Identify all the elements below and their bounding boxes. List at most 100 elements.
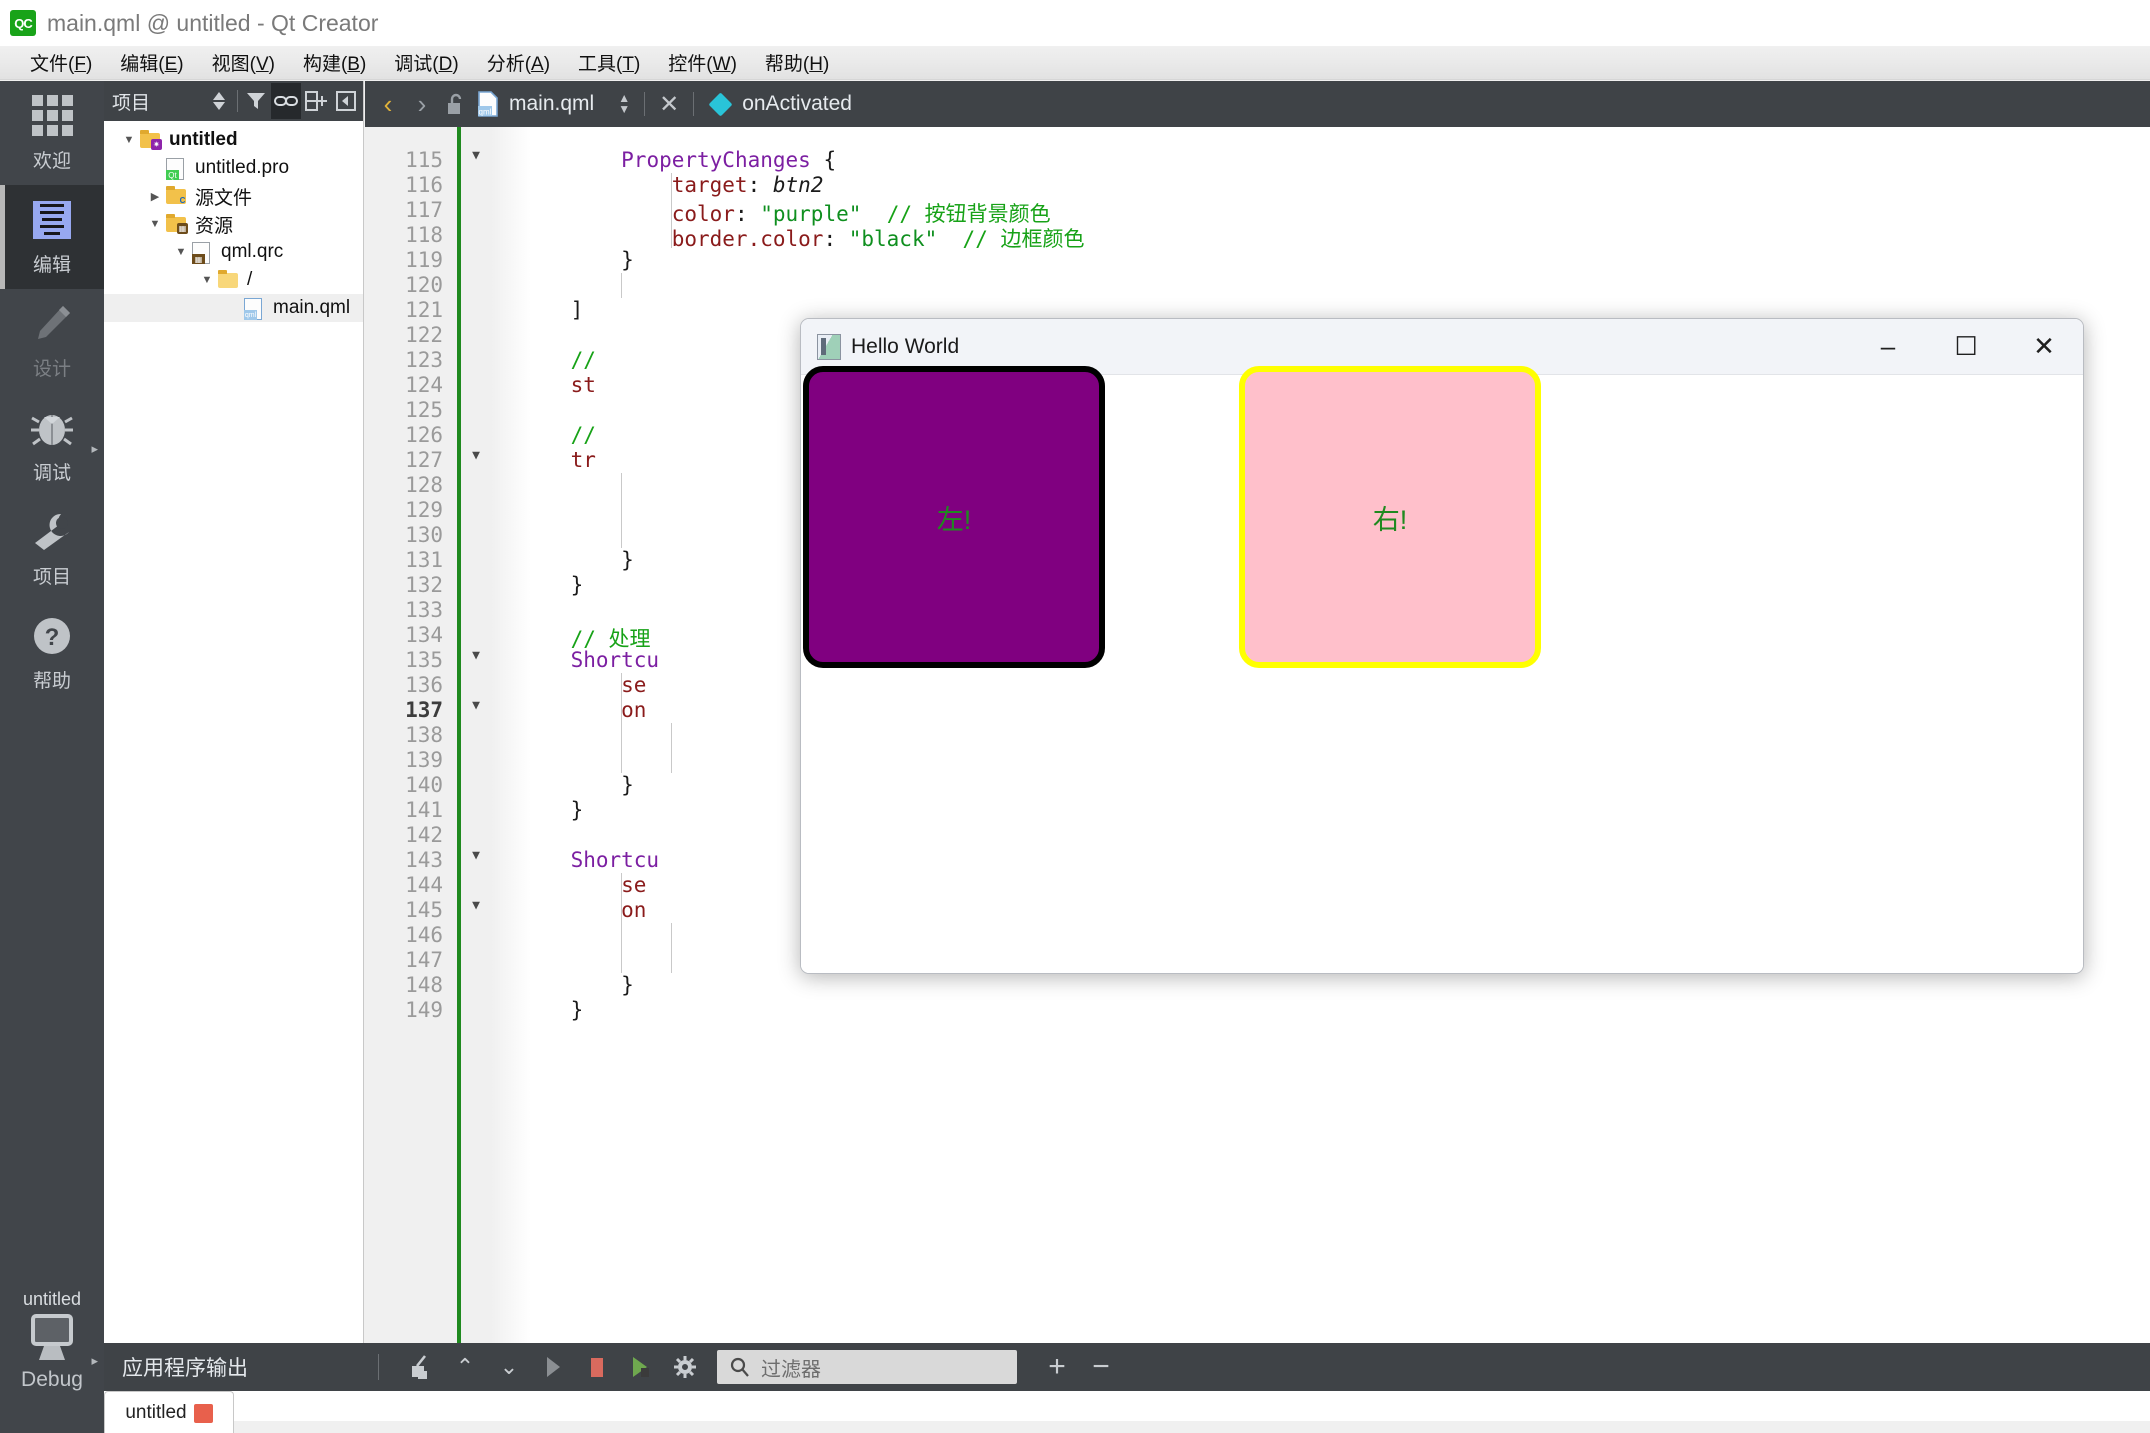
menu-t[interactable]: 工具(T) (564, 46, 654, 80)
line-number: 136 (405, 673, 443, 697)
code-line[interactable]: } (520, 248, 634, 272)
mode-label: 编辑 (32, 254, 71, 276)
tree-twisty[interactable]: ▶ (144, 190, 166, 203)
chevron-down-icon[interactable]: ⌄ (487, 1345, 531, 1389)
link-icon[interactable] (271, 83, 301, 119)
split-add-icon[interactable] (301, 83, 331, 119)
maximize-button[interactable]: ☐ (1927, 319, 2005, 375)
right-button-label: 右! (1372, 504, 1408, 535)
fold-marker[interactable]: ▼ (466, 898, 486, 913)
tree-item[interactable]: ▼ ✷ untitled (104, 126, 363, 154)
tree-item[interactable]: ▼ ▦ qml.qrc (104, 238, 363, 266)
code-line[interactable]: st (520, 373, 596, 397)
line-number: 146 (405, 923, 443, 947)
menu-f[interactable]: 文件(F) (16, 46, 106, 80)
code-line[interactable]: ] (520, 298, 584, 322)
run-debug-icon[interactable] (619, 1345, 663, 1389)
hello-world-window[interactable]: Hello World – ☐ ✕ 左! 右! (800, 318, 2084, 974)
fold-marker[interactable]: ▼ (466, 698, 486, 713)
minimize-button[interactable]: – (1849, 319, 1927, 375)
zoom-in-button[interactable]: + (1035, 1345, 1079, 1389)
menu-d[interactable]: 调试(D) (380, 46, 472, 80)
tree-twisty[interactable]: ▼ (144, 218, 166, 230)
fold-marker[interactable]: ▼ (466, 148, 486, 163)
filter-input[interactable]: 过滤器 (717, 1350, 1017, 1384)
fold-marker[interactable]: ▼ (466, 848, 486, 863)
code-line[interactable]: target: btn2 (520, 173, 824, 197)
gear-icon[interactable] (663, 1345, 707, 1389)
chevron-up-icon[interactable]: ⌃ (443, 1345, 487, 1389)
mode-grid[interactable]: 欢迎 (0, 81, 104, 185)
code-line[interactable]: // (520, 423, 596, 447)
line-number: 149 (405, 998, 443, 1022)
document-selector-icon[interactable]: ▲ ▼ (618, 92, 630, 115)
plain-folder-icon (218, 270, 238, 288)
mode-wrench[interactable]: 项目 (0, 497, 104, 601)
right-button[interactable]: 右! (1239, 366, 1541, 668)
indent-guide (620, 923, 622, 948)
menu-h[interactable]: 帮助(H) (751, 46, 843, 80)
code-line[interactable]: // (520, 348, 596, 372)
code-line[interactable]: on (520, 898, 646, 922)
collapse-left-icon[interactable] (331, 83, 361, 119)
tree-twisty[interactable]: ▼ (196, 274, 218, 286)
fold-marker[interactable]: ▼ (466, 448, 486, 463)
nav-back-icon[interactable]: ‹ (371, 84, 405, 124)
qt-creator-logo-icon: QC (10, 10, 36, 36)
left-button[interactable]: 左! (803, 366, 1105, 668)
indent-guide (620, 273, 622, 298)
menu-e[interactable]: 编辑(E) (106, 46, 197, 80)
indent-guide (671, 748, 673, 773)
code-line[interactable]: tr (520, 448, 596, 472)
svg-text:qml: qml (479, 108, 492, 117)
kit-selector[interactable]: untitled ▸ Debug (0, 1283, 104, 1433)
pencil-icon (38, 305, 70, 339)
broom-icon[interactable] (399, 1345, 443, 1389)
app-window-icon (817, 333, 841, 360)
tree-item[interactable]: ▼ / (104, 266, 363, 294)
tree-item[interactable]: ▼ ▦ 资源 (104, 210, 363, 238)
menu-w[interactable]: 控件(W) (654, 46, 751, 80)
unlocked-icon[interactable] (439, 84, 473, 124)
updown-arrows-icon[interactable] (204, 83, 234, 119)
stop-square-icon[interactable] (575, 1345, 619, 1389)
line-number: 122 (405, 323, 443, 347)
code-line[interactable]: Shortcu (520, 848, 660, 872)
close-document-icon[interactable]: ✕ (659, 90, 679, 119)
mode-document-lines[interactable]: 编辑 (0, 185, 104, 289)
tree-item[interactable]: ▶ C 源文件 (104, 182, 363, 210)
code-line[interactable]: se (520, 673, 646, 697)
funnel-icon[interactable] (241, 83, 271, 119)
tree-item[interactable]: qml main.qml (104, 294, 363, 322)
code-line[interactable]: PropertyChanges { (520, 148, 836, 172)
tree-twisty[interactable]: ▼ (118, 134, 140, 146)
code-line[interactable]: on (520, 698, 646, 722)
code-line[interactable]: Shortcu (520, 648, 660, 672)
code-line[interactable]: } (520, 998, 584, 1022)
code-line[interactable]: } (520, 798, 584, 822)
nav-forward-icon[interactable]: › (405, 84, 439, 124)
menu-v[interactable]: 视图(V) (198, 46, 289, 80)
tree-twisty[interactable]: ▼ (170, 246, 192, 258)
editor-file-chip[interactable]: qml main.qml (477, 91, 594, 117)
tree-item[interactable]: Qt untitled.pro (104, 154, 363, 182)
code-line[interactable]: } (520, 573, 584, 597)
code-line[interactable]: } (520, 973, 634, 997)
toolbar-divider (693, 92, 695, 116)
mode-label: 帮助 (32, 670, 71, 692)
mode-pencil[interactable]: 设计 (0, 289, 104, 393)
code-line[interactable]: } (520, 773, 634, 797)
mode-bug[interactable]: 调试 ▸ (0, 393, 104, 497)
mode-question-circle[interactable]: ? 帮助 (0, 601, 104, 705)
menu-a[interactable]: 分析(A) (473, 46, 564, 80)
project-tree[interactable]: ▼ ✷ untitled Qt untitled.pro ▶ C 源文件 ▼ ▦ 资源 ▼ ▦ qml.q… (104, 121, 363, 322)
fold-marker[interactable]: ▼ (466, 648, 486, 663)
code-line[interactable]: } (520, 548, 634, 572)
menu-b[interactable]: 构建(B) (289, 46, 380, 80)
symbol-selector[interactable]: onActivated (708, 91, 852, 117)
play-icon[interactable] (531, 1345, 575, 1389)
close-button[interactable]: ✕ (2005, 319, 2083, 375)
code-line[interactable]: se (520, 873, 646, 897)
zoom-out-button[interactable]: − (1079, 1345, 1123, 1389)
output-tab[interactable]: untitled (104, 1391, 234, 1433)
